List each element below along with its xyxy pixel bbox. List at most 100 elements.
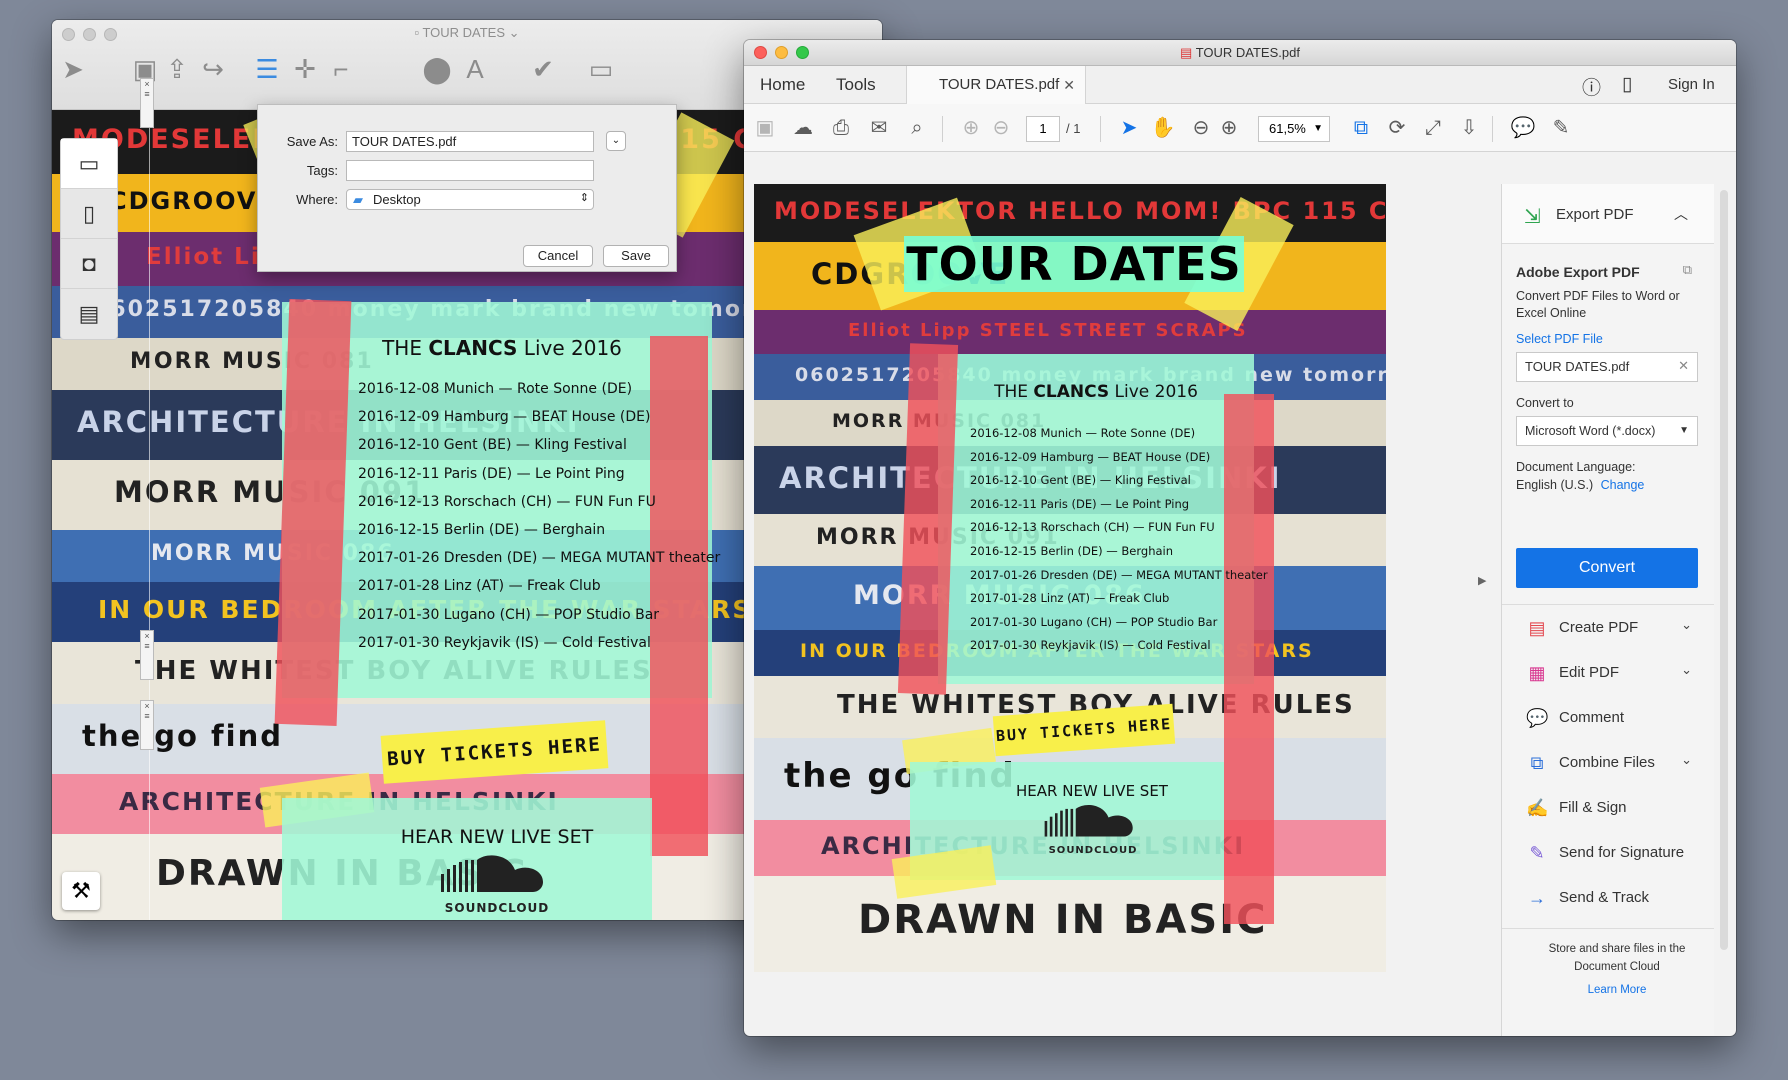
ruler-handle[interactable]: × ≡ xyxy=(140,630,154,680)
tour-date: 2016-12-13 Rorschach (CH) — FUN Fun FU xyxy=(358,493,656,510)
chevron-down-icon[interactable]: ⌄ xyxy=(1681,617,1692,633)
share-icon[interactable]: ⇪ xyxy=(162,54,192,84)
export-pdf-header[interactable]: ⇲ Export PDF ︿ xyxy=(1502,184,1714,244)
tour-heading: THE CLANCS Live 2016 xyxy=(382,336,622,360)
expand-dialog-button[interactable]: ⌄ xyxy=(606,131,626,151)
email-icon[interactable]: ✉ xyxy=(866,115,892,141)
convert-to-label: Convert to xyxy=(1516,396,1574,410)
move-icon[interactable]: ✛ xyxy=(290,54,320,84)
pane-scrollbar[interactable] xyxy=(1720,190,1728,950)
forward-icon[interactable]: ↪ xyxy=(198,54,228,84)
acrobat-titlebar: ▤ TOUR DATES.pdf xyxy=(744,40,1736,66)
print-preview-icon[interactable]: ▤ xyxy=(61,289,117,339)
select-arrow-icon[interactable]: ➤ xyxy=(1116,115,1142,141)
tags-field[interactable] xyxy=(346,160,594,181)
tour-dates-list: 2016-12-08 Munich — Rote Sonne (DE) 2016… xyxy=(970,422,1268,658)
soundcloud-logo[interactable]: SOUNDCLOUD xyxy=(1038,802,1148,856)
tools-tab[interactable]: Tools xyxy=(836,75,876,95)
document-tab[interactable]: TOUR DATES.pdf ✕ xyxy=(906,66,1086,104)
sign-in-link[interactable]: Sign In xyxy=(1668,76,1715,93)
chevron-down-icon[interactable]: ⌄ xyxy=(1681,752,1692,768)
watch-icon[interactable]: ◘ xyxy=(61,239,117,289)
next-page-icon[interactable]: ⊖ xyxy=(988,115,1014,141)
chevron-up-icon[interactable]: ︿ xyxy=(1674,204,1688,224)
ruler-handle[interactable]: × ≡ xyxy=(140,700,154,750)
convert-button[interactable]: Convert xyxy=(1516,548,1698,588)
create-pdf-icon: ▤ xyxy=(1528,618,1546,638)
tour-date: 2017-01-30 Lugano (CH) — POP Studio Bar xyxy=(358,606,660,623)
full-screen-icon[interactable]: ⤢ xyxy=(1420,115,1446,141)
previous-page-icon[interactable]: ⊕ xyxy=(958,115,984,141)
spine-text: CDGROOVE xyxy=(109,187,276,215)
dropdown-arrow-icon: ▼ xyxy=(1679,425,1689,436)
hand-icon[interactable]: ✋ xyxy=(1150,115,1176,141)
language-value: English (U.S.) Change xyxy=(1516,478,1645,492)
comment-icon: 💬 xyxy=(1526,708,1549,728)
home-tab[interactable]: Home xyxy=(760,75,805,95)
panel-icon[interactable]: ▭ xyxy=(586,54,616,84)
tool-create-pdf[interactable]: ▤ Create PDF ⌄ xyxy=(1502,605,1714,650)
tour-heading: THE CLANCS Live 2016 xyxy=(994,382,1198,402)
copy-icon[interactable]: ⧉ xyxy=(1683,262,1692,278)
ruler-handle[interactable]: × ≡ xyxy=(140,78,154,128)
send-icon[interactable]: ➤ xyxy=(58,54,88,84)
tool-combine-files[interactable]: ⧉ Combine Files ⌄ xyxy=(1502,740,1714,785)
search-icon[interactable]: ⌕ xyxy=(904,115,930,141)
zoom-out-icon[interactable]: ⊖ xyxy=(1188,115,1214,141)
tool-fill-sign[interactable]: ✍ Fill & Sign xyxy=(1502,785,1714,830)
zoom-in-icon[interactable]: ⊕ xyxy=(1216,115,1242,141)
save-button[interactable]: Save xyxy=(603,245,669,267)
text-icon[interactable]: A xyxy=(460,54,490,84)
save-icon[interactable]: ▣ xyxy=(752,115,778,141)
tags-label: Tags: xyxy=(306,163,338,178)
upload-cloud-icon[interactable]: ☁ xyxy=(790,115,816,141)
pen-icon[interactable]: ✎ xyxy=(1548,115,1574,141)
tour-date: 2016-12-13 Rorschach (CH) — FUN Fun FU xyxy=(970,520,1215,535)
scroll-mode-icon[interactable]: ⇩ xyxy=(1456,115,1482,141)
editor-title[interactable]: ▫ TOUR DATES ⌄ xyxy=(52,25,882,41)
rotate-icon[interactable]: ⟳ xyxy=(1384,115,1410,141)
color-icon[interactable]: ⬤ xyxy=(422,54,452,84)
tool-send-track[interactable]: → Send & Track xyxy=(1502,875,1714,920)
tool-edit-pdf[interactable]: ▦ Edit PDF ⌄ xyxy=(1502,650,1714,695)
close-icon[interactable]: ✕ xyxy=(1063,66,1075,104)
phone-icon[interactable]: ▯ xyxy=(61,189,117,239)
ruler-icon[interactable]: ⌐ xyxy=(326,54,356,84)
tour-date: 2016-12-08 Munich — Rote Sonne (DE) xyxy=(970,426,1196,440)
help-icon[interactable]: ⓘ xyxy=(1582,73,1601,100)
check-icon[interactable]: ✔ xyxy=(528,54,558,84)
cd-spine: DRAWN IN BASIC xyxy=(754,876,1386,972)
learn-more-link[interactable]: Learn More xyxy=(1532,984,1702,996)
tool-send-for-signature[interactable]: ✎ Send for Signature xyxy=(1502,830,1714,875)
select-pdf-link[interactable]: Select PDF File xyxy=(1516,332,1603,346)
change-language-link[interactable]: Change xyxy=(1601,478,1645,492)
cancel-button[interactable]: Cancel xyxy=(523,245,593,267)
tool-comment[interactable]: 💬 Comment xyxy=(1502,695,1714,740)
laptop-icon[interactable]: ▭ xyxy=(61,139,117,189)
convert-to-select[interactable]: Microsoft Word (*.docx) ▼ xyxy=(1516,416,1698,446)
comment-toolbar-icon[interactable]: 💬 xyxy=(1510,115,1536,141)
clear-icon[interactable]: ✕ xyxy=(1678,358,1689,374)
layout-icon[interactable]: ☰ xyxy=(252,54,282,84)
where-label: Where: xyxy=(296,192,338,207)
where-select[interactable]: ▰ Desktop ⇕ xyxy=(346,189,594,210)
export-pdf-icon: ⇲ xyxy=(1524,206,1541,228)
soundcloud-logo[interactable]: SOUNDCLOUD xyxy=(432,852,562,915)
selected-file-field[interactable]: TOUR DATES.pdf ✕ xyxy=(1516,352,1698,382)
updown-icon: ⇕ xyxy=(579,192,589,204)
chevron-down-icon[interactable]: ⌄ xyxy=(1681,662,1692,678)
acrobat-toolbar: ▣ ☁ ⎙ ✉ ⌕ ⊕ ⊖ 1 / 1 ➤ ✋ ⊖ ⊕ 61,5% ▼ ⧉ ⟳ ⤢… xyxy=(744,104,1736,152)
combine-files-icon: ⧉ xyxy=(1530,753,1544,773)
spine-text: DRAWN IN BASIC xyxy=(858,897,1268,943)
language-label: Document Language: xyxy=(1516,460,1636,474)
zoom-select[interactable]: 61,5% ▼ xyxy=(1258,116,1330,142)
hammer-icon[interactable]: ⚒ xyxy=(62,872,100,910)
page-fit-icon[interactable]: ⧉ xyxy=(1348,115,1374,141)
save-as-field[interactable]: TOUR DATES.pdf xyxy=(346,131,594,152)
tour-date: 2016-12-09 Hamburg — BEAT House (DE) xyxy=(970,449,1211,464)
toolbar-divider xyxy=(1100,116,1101,142)
mobile-link-icon[interactable]: ▯ xyxy=(1622,73,1632,96)
print-icon[interactable]: ⎙ xyxy=(828,115,854,141)
panel-toggle-icon[interactable]: ▶ xyxy=(1478,574,1486,587)
page-number-field[interactable]: 1 xyxy=(1026,116,1060,142)
